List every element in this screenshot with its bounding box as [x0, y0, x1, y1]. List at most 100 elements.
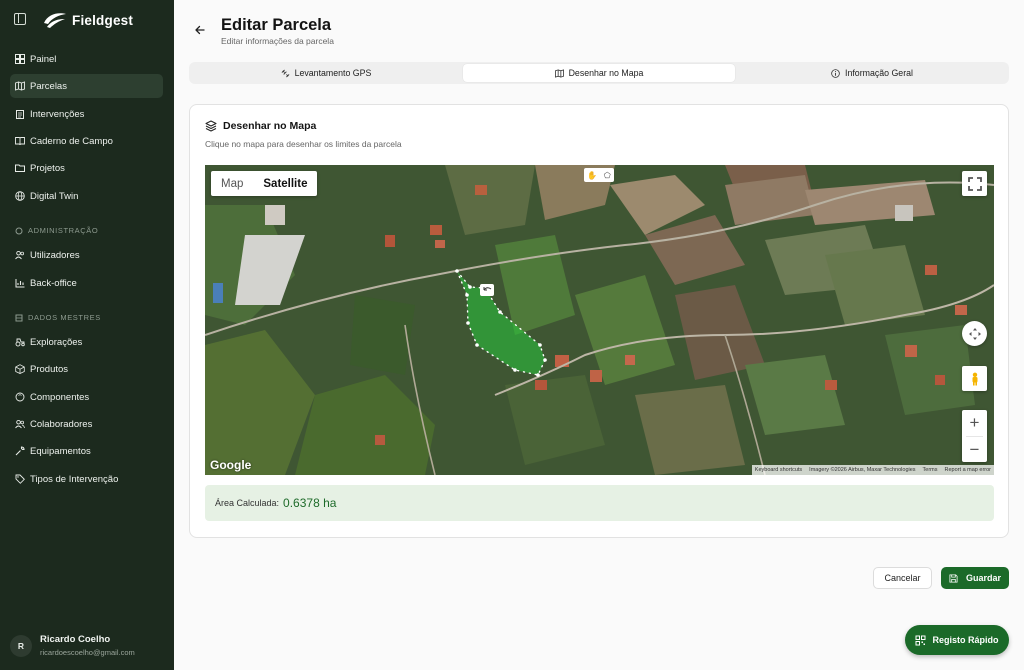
- page-title: Editar Parcela: [221, 16, 332, 34]
- draw-polygon-icon[interactable]: ⬠: [604, 171, 611, 180]
- sidebar-item-label: Back-office: [30, 277, 77, 289]
- calculated-area-panel: Área Calculada: 0.6378 ha: [205, 485, 994, 521]
- sidebar-header: Fieldgest: [0, 10, 174, 32]
- map-icon: [15, 81, 25, 91]
- app-logo[interactable]: Fieldgest: [42, 10, 133, 30]
- sidebar-item-label: Parcelas: [30, 80, 67, 92]
- map-attribution: Keyboard shortcuts Imagery ©2026 Airbus,…: [751, 465, 994, 475]
- area-label: Área Calculada:: [215, 498, 280, 508]
- zoom-in-button[interactable]: +: [962, 410, 987, 436]
- package-icon: [15, 364, 25, 374]
- terms-link[interactable]: Terms: [923, 467, 938, 473]
- zoom-out-button[interactable]: −: [962, 437, 987, 463]
- component-icon: [15, 392, 25, 402]
- clipboard-icon: [15, 109, 25, 119]
- user-email: ricardoescoelho@gmail.com: [40, 648, 135, 657]
- imagery-credit: Imagery ©2026 Airbus, Maxar Technologies: [809, 467, 916, 473]
- map-type-map-button[interactable]: Map: [211, 171, 253, 196]
- user-name: Ricardo Coelho: [40, 634, 111, 645]
- tag-icon: [15, 474, 25, 484]
- report-error-link[interactable]: Report a map error: [945, 467, 991, 473]
- sidebar-item-intervencoes[interactable]: Intervenções: [10, 102, 163, 126]
- save-icon: [949, 573, 958, 583]
- book-icon: [15, 136, 25, 146]
- sidebar-item-painel[interactable]: Painel: [10, 47, 163, 71]
- user-profile[interactable]: R Ricardo Coelho ricardoescoelho@gmail.c…: [10, 634, 135, 657]
- layers-icon: [205, 120, 217, 132]
- card-description: Clique no mapa para desenhar os limites …: [205, 139, 402, 149]
- save-button-label: Guardar: [965, 573, 1001, 583]
- sidebar-item-utilizadores[interactable]: Utilizadores: [10, 243, 163, 267]
- sidebar-item-backoffice[interactable]: Back-office: [10, 271, 163, 295]
- satellite-map[interactable]: Map Satellite ✋ ⬠ + − Google Keyboard sh…: [205, 165, 994, 475]
- sidebar-item-label: Equipamentos: [30, 445, 91, 457]
- sidebar-item-label: Tipos de Intervenção: [30, 473, 119, 485]
- qr-code-icon: [915, 635, 926, 645]
- section-admin-label: ADMINISTRAÇÃO: [28, 226, 99, 235]
- map-card: Desenhar no Mapa Clique no mapa para des…: [189, 104, 1009, 538]
- card-title-text: Desenhar no Mapa: [223, 120, 317, 132]
- area-value: 0.6378 ha: [283, 496, 337, 510]
- cancel-button[interactable]: Cancelar: [873, 567, 932, 589]
- keyboard-shortcuts-link[interactable]: Keyboard shortcuts: [755, 467, 802, 473]
- tab-label: Informação Geral: [845, 68, 913, 78]
- sidebar-item-equipamentos[interactable]: Equipamentos: [10, 439, 163, 463]
- section-master-label: DADOS MESTRES: [28, 313, 101, 322]
- chart-icon: [15, 278, 25, 288]
- zoom-control: + −: [962, 410, 987, 462]
- sidebar-item-exploracoes[interactable]: Explorações: [10, 330, 163, 354]
- sidebar-item-label: Projetos: [30, 162, 65, 174]
- map-icon: [554, 68, 564, 78]
- satellite-imagery[interactable]: [205, 165, 994, 475]
- shield-icon: [15, 227, 23, 235]
- sidebar-item-parcelas[interactable]: Parcelas: [10, 74, 163, 98]
- user-info: Ricardo Coelho ricardoescoelho@gmail.com: [40, 634, 135, 657]
- sidebar-item-projetos[interactable]: Projetos: [10, 156, 163, 180]
- street-view-pegman[interactable]: [962, 366, 987, 391]
- users-icon: [15, 250, 25, 260]
- camera-control-icon: [968, 327, 981, 340]
- tab-bar: Levantamento GPS Desenhar no Mapa Inform…: [189, 62, 1009, 84]
- sidebar-item-tipos-intervencao[interactable]: Tipos de Intervenção: [10, 467, 163, 491]
- sidebar-item-label: Explorações: [30, 336, 83, 348]
- pegman-icon: [972, 372, 977, 385]
- sidebar-item-label: Colaboradores: [30, 418, 93, 430]
- app-name: Fieldgest: [72, 12, 134, 28]
- sidebar-item-label: Produtos: [30, 363, 69, 375]
- section-admin: ADMINISTRAÇÃO: [15, 226, 98, 235]
- tab-informacao-geral[interactable]: Informação Geral: [737, 64, 1007, 82]
- sidebar-item-label: Caderno de Campo: [30, 135, 113, 147]
- map-type-satellite-button[interactable]: Satellite: [253, 171, 317, 196]
- dashboard-icon: [15, 54, 25, 64]
- camera-control-button[interactable]: [962, 321, 987, 346]
- team-icon: [15, 419, 25, 429]
- sidebar-item-label: Digital Twin: [30, 190, 79, 202]
- satellite-icon: [281, 69, 290, 77]
- sidebar-item-produtos[interactable]: Produtos: [10, 357, 163, 381]
- quick-record-button[interactable]: Registo Rápido: [905, 625, 1009, 655]
- avatar: R: [10, 634, 32, 657]
- sidebar-item-digital-twin[interactable]: Digital Twin: [10, 184, 163, 208]
- tab-label: Desenhar no Mapa: [568, 68, 644, 78]
- card-title: Desenhar no Mapa: [205, 120, 316, 132]
- sidebar-item-label: Intervenções: [30, 108, 85, 120]
- back-arrow-icon[interactable]: [194, 24, 206, 36]
- sidebar-item-label: Painel: [30, 53, 57, 65]
- tractor-icon: [15, 337, 25, 347]
- sidebar-item-componentes[interactable]: Componentes: [10, 385, 163, 409]
- sidebar: Fieldgest Painel Parcelas Intervenções C…: [0, 0, 174, 670]
- hand-icon[interactable]: ✋: [587, 171, 597, 180]
- tab-desenhar-mapa[interactable]: Desenhar no Mapa: [463, 64, 735, 82]
- tab-levantamento-gps[interactable]: Levantamento GPS: [191, 64, 461, 82]
- google-logo: Google: [210, 458, 252, 472]
- drawing-tools: ✋ ⬠: [584, 168, 614, 182]
- fullscreen-button[interactable]: [962, 171, 987, 196]
- logo-leaf-icon: [44, 13, 66, 28]
- sidebar-item-label: Componentes: [30, 391, 90, 403]
- save-button[interactable]: Guardar: [941, 567, 1009, 589]
- sidebar-toggle-icon[interactable]: [14, 13, 26, 25]
- sidebar-item-caderno[interactable]: Caderno de Campo: [10, 129, 163, 153]
- tab-label: Levantamento GPS: [294, 68, 372, 78]
- sidebar-item-colaboradores[interactable]: Colaboradores: [10, 412, 163, 436]
- map-type-control: Map Satellite: [211, 171, 318, 196]
